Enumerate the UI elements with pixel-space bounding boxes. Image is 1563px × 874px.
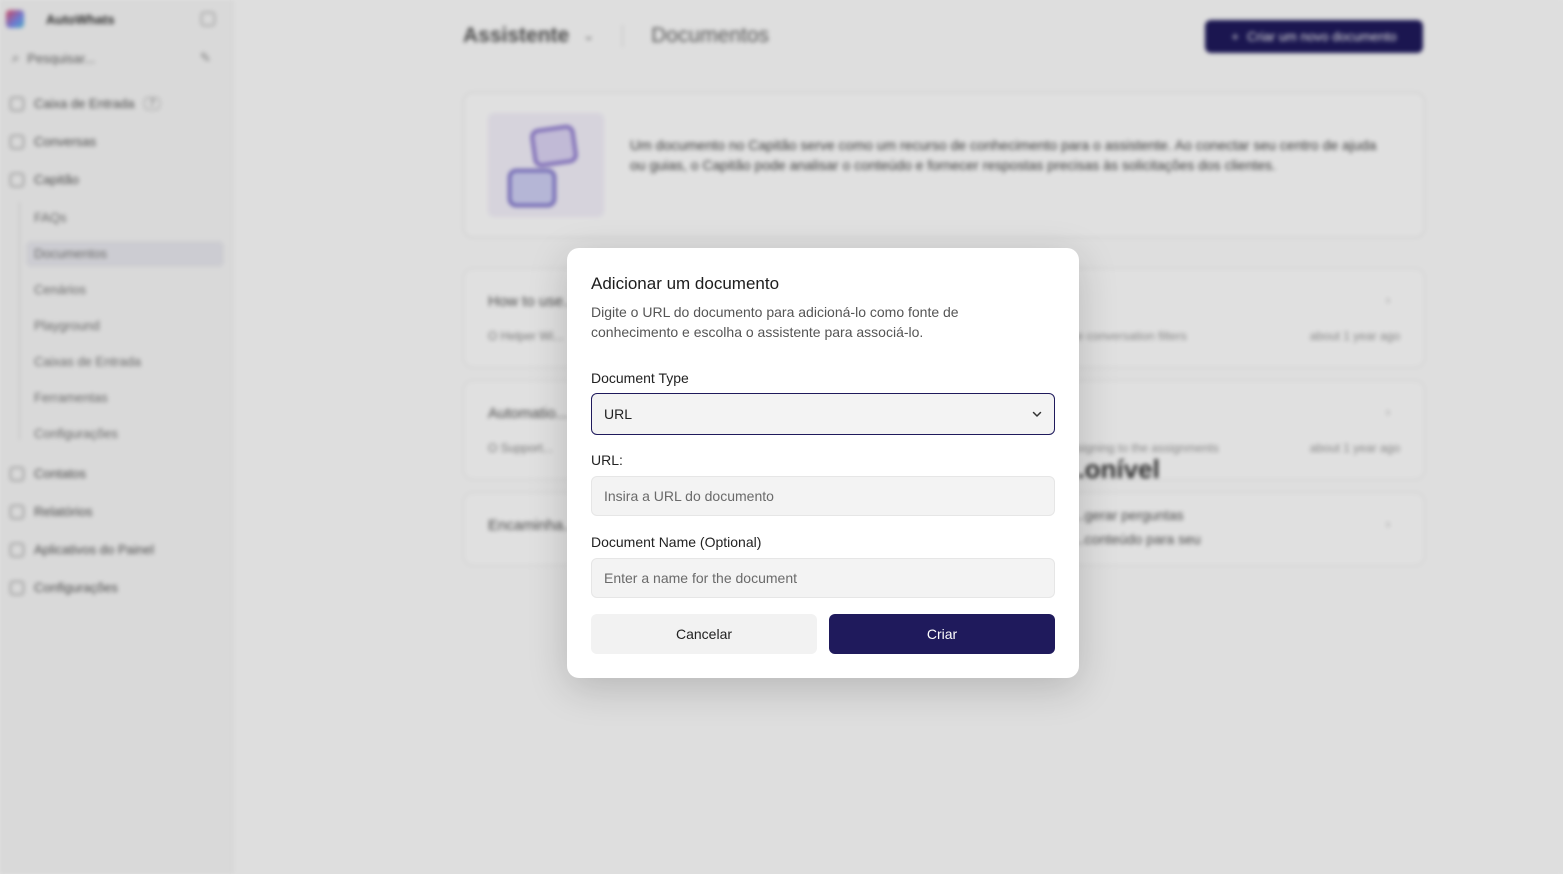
document-type-select[interactable]: URL (591, 393, 1055, 435)
document-type-value: URL (604, 406, 633, 422)
add-document-dialog: Adicionar um documento Digite o URL do d… (567, 248, 1079, 678)
create-button[interactable]: Criar (829, 614, 1055, 654)
document-name-input[interactable] (591, 558, 1055, 598)
document-type-label: Document Type (591, 370, 689, 386)
url-label: URL: (591, 452, 623, 468)
dialog-description: Digite o URL do documento para adicioná-… (591, 304, 959, 340)
document-name-label: Document Name (Optional) (591, 534, 762, 550)
chevron-down-icon (1032, 411, 1042, 417)
url-input[interactable] (591, 476, 1055, 516)
cancel-button[interactable]: Cancelar (591, 614, 817, 654)
dialog-title: Adicionar um documento (591, 274, 780, 293)
